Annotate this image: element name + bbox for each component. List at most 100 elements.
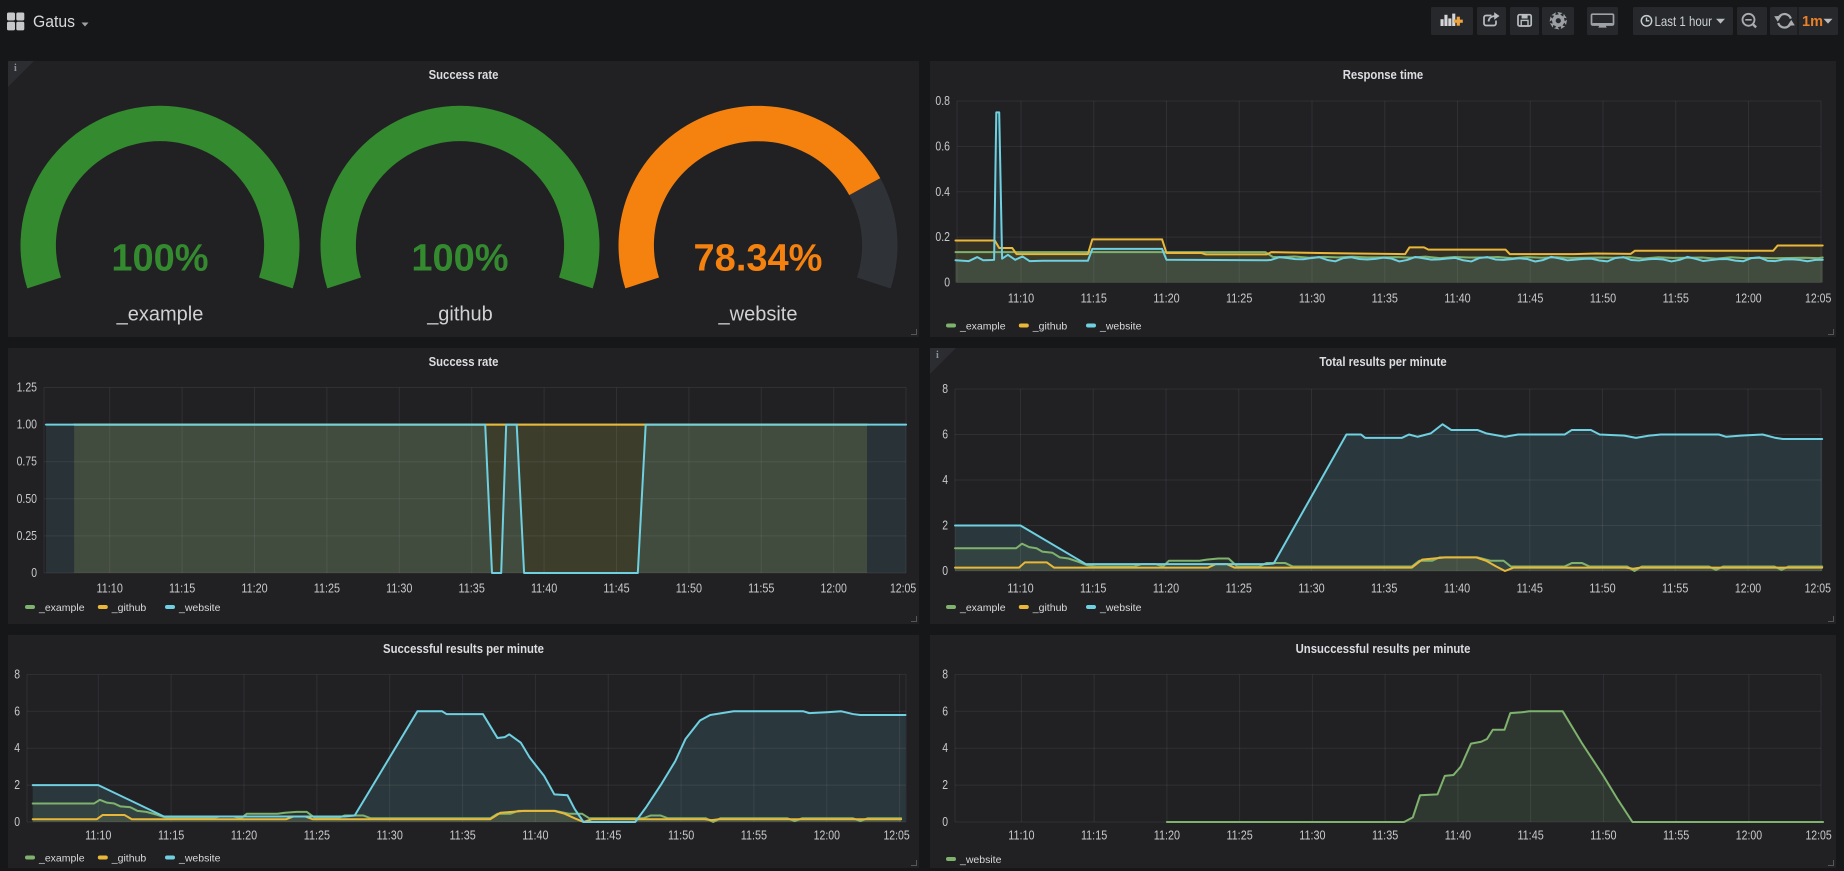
svg-text:11:40: 11:40 (1444, 292, 1470, 306)
svg-text:6: 6 (14, 704, 20, 718)
svg-text:_example: _example (116, 304, 204, 326)
svg-text:1.25: 1.25 (17, 381, 37, 395)
svg-text:1m: 1m (1802, 14, 1823, 30)
svg-text:Gatus: Gatus (33, 13, 75, 31)
svg-text:11:40: 11:40 (522, 829, 548, 843)
svg-text:11:25: 11:25 (304, 829, 330, 843)
svg-text:12:05: 12:05 (1805, 292, 1831, 306)
svg-text:11:55: 11:55 (748, 582, 774, 596)
svg-text:2: 2 (14, 778, 20, 792)
svg-text:0.8: 0.8 (935, 94, 950, 108)
svg-text:11:20: 11:20 (1154, 829, 1180, 843)
svg-text:0.75: 0.75 (17, 455, 37, 469)
svg-text:_website: _website (178, 853, 221, 865)
svg-text:11:15: 11:15 (1080, 582, 1106, 596)
svg-text:11:20: 11:20 (231, 829, 257, 843)
svg-text:12:05: 12:05 (883, 829, 909, 843)
svg-text:11:25: 11:25 (1226, 582, 1252, 596)
svg-text:12:05: 12:05 (1805, 829, 1831, 843)
svg-text:11:30: 11:30 (1299, 829, 1325, 843)
svg-text:12:00: 12:00 (821, 582, 847, 596)
svg-text:_example: _example (959, 602, 1006, 614)
svg-text:11:50: 11:50 (676, 582, 702, 596)
svg-text:Last 1 hour: Last 1 hour (1655, 13, 1713, 29)
svg-text:11:35: 11:35 (1371, 582, 1397, 596)
svg-text:11:10: 11:10 (1007, 582, 1033, 596)
svg-text:8: 8 (942, 667, 948, 681)
svg-text:11:10: 11:10 (97, 582, 123, 596)
svg-text:11:15: 11:15 (1081, 829, 1107, 843)
svg-text:11:30: 11:30 (377, 829, 403, 843)
svg-text:11:15: 11:15 (1081, 292, 1107, 306)
svg-text:4: 4 (942, 473, 948, 487)
svg-text:4: 4 (14, 741, 20, 755)
svg-text:_example: _example (38, 853, 85, 865)
svg-text:11:15: 11:15 (169, 582, 195, 596)
svg-text:0.50: 0.50 (17, 492, 37, 506)
svg-text:11:10: 11:10 (1008, 292, 1034, 306)
svg-text:11:20: 11:20 (1153, 582, 1179, 596)
svg-text:_github: _github (1032, 602, 1068, 614)
svg-text:_github: _github (111, 853, 147, 865)
svg-text:12:05: 12:05 (890, 582, 916, 596)
svg-text:11:30: 11:30 (1299, 292, 1325, 306)
svg-text:11:10: 11:10 (85, 829, 111, 843)
svg-text:11:25: 11:25 (314, 582, 340, 596)
svg-text:100%: 100% (411, 237, 508, 279)
svg-text:11:55: 11:55 (741, 829, 767, 843)
svg-text:0: 0 (942, 815, 948, 829)
svg-text:11:55: 11:55 (1663, 292, 1689, 306)
svg-text:11:35: 11:35 (1372, 292, 1398, 306)
svg-text:_github: _github (1032, 321, 1068, 333)
svg-text:11:40: 11:40 (531, 582, 557, 596)
svg-text:100%: 100% (111, 237, 208, 279)
svg-text:6: 6 (942, 704, 948, 718)
svg-text:_website: _website (718, 304, 798, 326)
svg-text:11:30: 11:30 (386, 582, 412, 596)
svg-text:11:35: 11:35 (459, 582, 485, 596)
svg-text:12:00: 12:00 (1735, 292, 1761, 306)
svg-text:0: 0 (942, 564, 948, 578)
svg-text:0.2: 0.2 (935, 230, 950, 244)
svg-text:2: 2 (942, 778, 948, 792)
svg-text:11:25: 11:25 (1226, 829, 1252, 843)
svg-text:_github: _github (426, 304, 493, 326)
svg-text:_website: _website (959, 854, 1002, 866)
svg-text:11:50: 11:50 (1590, 292, 1616, 306)
svg-text:11:40: 11:40 (1445, 829, 1471, 843)
svg-text:11:35: 11:35 (449, 829, 475, 843)
svg-text:1.00: 1.00 (17, 418, 37, 432)
svg-text:8: 8 (14, 667, 20, 681)
svg-text:11:55: 11:55 (1662, 582, 1688, 596)
svg-text:11:40: 11:40 (1444, 582, 1470, 596)
svg-text:_example: _example (38, 602, 85, 614)
svg-text:4: 4 (942, 741, 948, 755)
svg-text:0: 0 (31, 566, 37, 580)
svg-text:11:25: 11:25 (1226, 292, 1252, 306)
svg-text:11:15: 11:15 (158, 829, 184, 843)
svg-text:12:00: 12:00 (814, 829, 840, 843)
svg-text:0: 0 (14, 815, 20, 829)
svg-text:11:35: 11:35 (1372, 829, 1398, 843)
svg-text:_example: _example (959, 321, 1006, 333)
svg-text:78.34%: 78.34% (694, 237, 823, 279)
svg-text:_website: _website (1099, 602, 1142, 614)
svg-text:0.6: 0.6 (935, 139, 950, 153)
svg-text:12:00: 12:00 (1735, 582, 1761, 596)
svg-text:11:50: 11:50 (668, 829, 694, 843)
svg-text:11:10: 11:10 (1008, 829, 1034, 843)
svg-text:11:45: 11:45 (1517, 582, 1543, 596)
svg-text:8: 8 (942, 382, 948, 396)
svg-text:12:05: 12:05 (1805, 582, 1831, 596)
svg-text:_website: _website (178, 602, 221, 614)
svg-text:11:45: 11:45 (1517, 829, 1543, 843)
svg-text:2: 2 (942, 519, 948, 533)
svg-text:6: 6 (942, 428, 948, 442)
svg-text:0.25: 0.25 (17, 529, 37, 543)
svg-text:11:55: 11:55 (1663, 829, 1689, 843)
svg-text:0: 0 (944, 276, 950, 290)
svg-text:11:20: 11:20 (1153, 292, 1179, 306)
svg-text:12:00: 12:00 (1736, 829, 1762, 843)
svg-text:0.4: 0.4 (935, 185, 950, 199)
svg-text:11:20: 11:20 (241, 582, 267, 596)
